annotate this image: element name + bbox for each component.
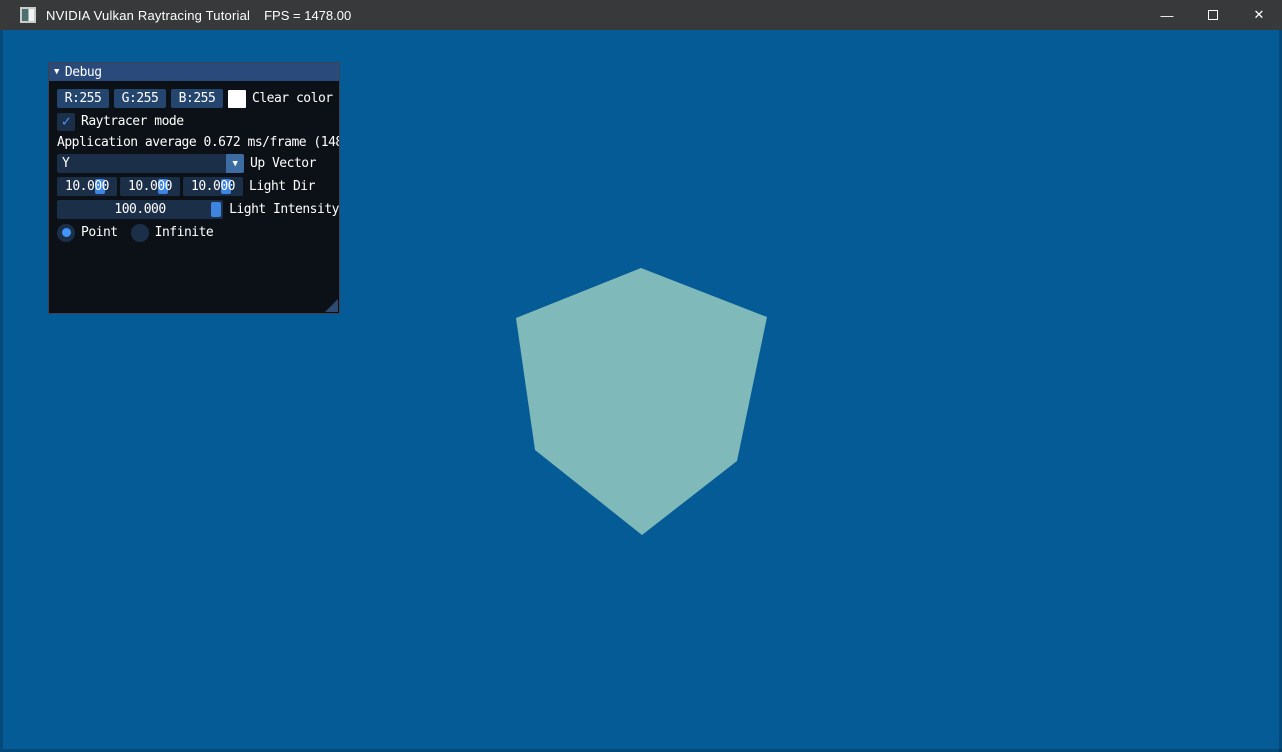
up-vector-row: Y ▼ Up Vector [57, 154, 339, 173]
radio-selected-dot [62, 228, 71, 237]
titlebar[interactable]: NVIDIA Vulkan Raytracing Tutorial FPS = … [0, 0, 1282, 30]
clear-color-b-label: B:255 [179, 91, 216, 106]
radio-point-label: Point [81, 225, 118, 240]
light-dir-y-slider[interactable]: 10.000 [120, 177, 180, 196]
clear-color-r-label: R:255 [65, 91, 102, 106]
render-viewport[interactable]: ▼ Debug R:255 G:255 B:255 Clear colo [0, 30, 1282, 752]
light-intensity-label: Light Intensity [229, 202, 339, 217]
clear-color-r-button[interactable]: R:255 [57, 89, 109, 108]
raytracer-row: ✓ Raytracer mode [57, 112, 339, 131]
radio-point[interactable] [57, 224, 75, 242]
app-window: NVIDIA Vulkan Raytracing Tutorial FPS = … [0, 0, 1282, 752]
light-intensity-value: 100.000 [114, 202, 165, 217]
combo-arrow-button[interactable]: ▼ [226, 154, 244, 173]
window-title: NVIDIA Vulkan Raytracing Tutorial [46, 8, 250, 23]
cube [516, 268, 767, 535]
radio-infinite-label: Infinite [155, 225, 214, 240]
maximize-icon [1208, 10, 1218, 20]
raytracer-checkbox[interactable]: ✓ [57, 113, 75, 131]
light-type-row: Point Infinite [57, 223, 339, 242]
up-vector-value: Y [62, 156, 69, 171]
debug-panel-body: R:255 G:255 B:255 Clear color ✓ [49, 81, 339, 242]
light-dir-y-value: 10.000 [128, 179, 172, 194]
chevron-down-icon: ▼ [233, 159, 238, 169]
collapse-arrow-icon[interactable]: ▼ [54, 67, 59, 77]
light-intensity-slider[interactable]: 100.000 [57, 200, 223, 219]
clear-color-b-button[interactable]: B:255 [171, 89, 223, 108]
perf-text-row: Application average 0.672 ms/frame (1488 [57, 135, 339, 150]
raytracer-label: Raytracer mode [81, 114, 184, 129]
light-dir-x-slider[interactable]: 10.000 [57, 177, 117, 196]
debug-panel-title: Debug [65, 65, 102, 80]
slider-grab[interactable] [211, 202, 221, 217]
close-button[interactable]: ✕ [1236, 0, 1282, 30]
maximize-button[interactable] [1190, 0, 1236, 30]
app-icon [20, 7, 36, 23]
minimize-button[interactable]: — [1144, 0, 1190, 30]
clear-color-g-button[interactable]: G:255 [114, 89, 166, 108]
debug-panel[interactable]: ▼ Debug R:255 G:255 B:255 Clear colo [48, 62, 340, 314]
debug-panel-titlebar[interactable]: ▼ Debug [49, 63, 339, 81]
resize-grip[interactable] [325, 299, 338, 312]
light-intensity-row: 100.000 Light Intensity [57, 200, 339, 219]
up-vector-combo[interactable]: Y ▼ [57, 154, 244, 173]
up-vector-label: Up Vector [250, 156, 316, 171]
perf-text: Application average 0.672 ms/frame (1488 [57, 135, 340, 150]
light-dir-z-value: 10.000 [191, 179, 235, 194]
clear-color-label: Clear color [252, 91, 333, 106]
fps-counter: FPS = 1478.00 [264, 8, 351, 23]
minimize-icon: — [1161, 8, 1174, 23]
light-dir-row: 10.000 10.000 10.000 Light Dir [57, 177, 339, 196]
radio-infinite[interactable] [131, 224, 149, 242]
light-dir-z-slider[interactable]: 10.000 [183, 177, 243, 196]
clear-color-g-label: G:255 [122, 91, 159, 106]
light-dir-label: Light Dir [249, 179, 315, 194]
clear-color-swatch[interactable] [228, 90, 246, 108]
check-icon: ✓ [62, 114, 71, 129]
close-icon: ✕ [1254, 7, 1265, 23]
light-dir-x-value: 10.000 [65, 179, 109, 194]
clear-color-row: R:255 G:255 B:255 Clear color [57, 89, 339, 108]
window-controls: — ✕ [1144, 0, 1282, 30]
